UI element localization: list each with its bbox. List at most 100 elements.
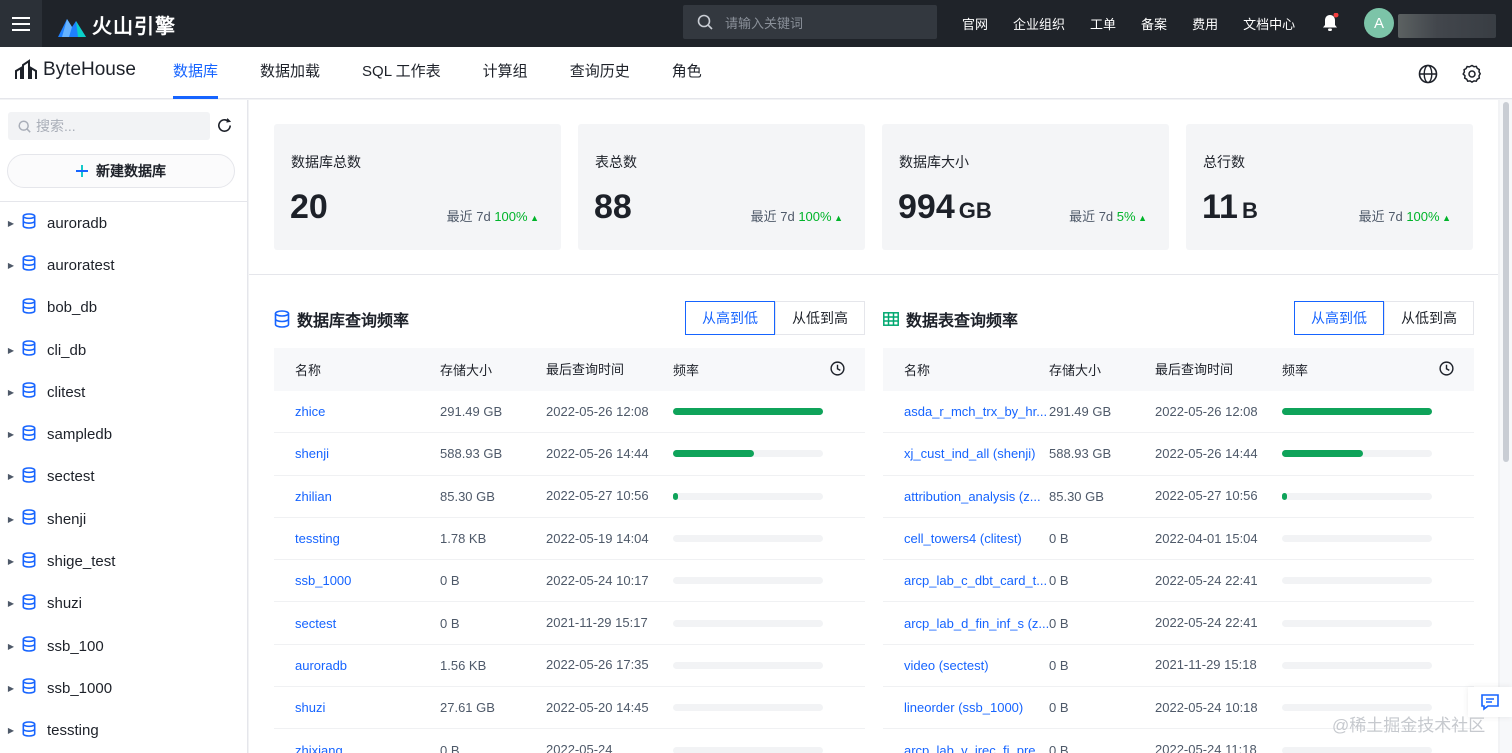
tab-data-load[interactable]: 数据加载 <box>260 47 320 99</box>
row-size: 588.93 GB <box>440 446 503 462</box>
search-icon <box>697 14 713 30</box>
caret-right-icon[interactable]: ▶ <box>0 219 22 228</box>
sidebar-item-sampledb[interactable]: ▶ sampledb <box>0 413 247 455</box>
caret-right-icon[interactable]: ▶ <box>0 726 22 735</box>
row-name-link[interactable]: sectest <box>274 616 440 631</box>
scrollbar-thumb[interactable] <box>1503 102 1509 462</box>
product-bar: ByteHouse 数据库 数据加载 SQL 工作表 计算组 查询历史 角色 <box>0 47 1512 99</box>
frequency-bar <box>1282 492 1432 500</box>
row-name-link[interactable]: attribution_analysis (z... <box>883 489 1049 504</box>
row-name-link[interactable]: tessting <box>274 531 440 546</box>
sidebar-item-label: clitest <box>47 383 86 401</box>
sidebar-item-ssb_100[interactable]: ▶ ssb_100 <box>0 625 247 667</box>
refresh-icon[interactable] <box>216 117 233 139</box>
sidebar-item-bob_db[interactable]: bob_db <box>0 287 247 329</box>
sort-asc-button[interactable]: 从低到高 <box>1384 301 1474 335</box>
nav-guanwang[interactable]: 官网 <box>962 14 988 33</box>
nav-beian[interactable]: 备案 <box>1141 14 1167 33</box>
caret-right-icon[interactable]: ▶ <box>0 430 22 439</box>
clock-icon[interactable] <box>1439 361 1454 379</box>
row-name-link[interactable]: arcp_lab_d_fin_inf_s (z... <box>883 616 1049 631</box>
table-row: arcp_lab_d_fin_inf_s (z... 0 B 2022-05-24 … <box>883 602 1474 645</box>
sidebar-item-cli_db[interactable]: ▶ cli_db <box>0 329 247 371</box>
clock-icon[interactable] <box>830 361 845 379</box>
stat-number: 994 <box>898 188 955 226</box>
row-name-link[interactable]: auroradb <box>274 658 440 673</box>
sidebar-item-clitest[interactable]: ▶ clitest <box>0 371 247 413</box>
nav-ticket[interactable]: 工单 <box>1090 14 1116 33</box>
caret-right-icon[interactable]: ▶ <box>0 599 22 608</box>
sort-toggle: 从高到低 从低到高 <box>685 301 865 335</box>
bytehouse-logo[interactable]: ByteHouse <box>14 59 136 81</box>
row-name-link[interactable]: cell_towers4 (clitest) <box>883 531 1049 546</box>
row-name-link[interactable]: zhilian <box>274 489 440 504</box>
sidebar-item-auroratest[interactable]: ▶ auroratest <box>0 244 247 286</box>
sort-asc-button[interactable]: 从低到高 <box>775 301 865 335</box>
bell-icon[interactable] <box>1321 12 1339 38</box>
table-row: zhilian 85.30 GB 2022-05-27 10:56 <box>274 476 865 518</box>
caret-right-icon[interactable]: ▶ <box>0 346 22 355</box>
menu-icon[interactable] <box>0 0 42 47</box>
nav-billing[interactable]: 费用 <box>1192 14 1218 33</box>
caret-right-icon[interactable]: ▶ <box>0 388 22 397</box>
new-database-button[interactable]: 新建数据库 <box>7 154 235 188</box>
table-row: arcp_lab_c_dbt_card_t... 0 B 2022-05-24 22… <box>883 560 1474 603</box>
database-icon <box>22 551 36 572</box>
row-name-link[interactable]: shuzi <box>274 700 440 715</box>
caret-right-icon[interactable]: ▶ <box>0 261 22 270</box>
row-name-link[interactable]: asda_r_mch_trx_by_hr... <box>883 404 1049 419</box>
tab-database[interactable]: 数据库 <box>173 47 219 99</box>
caret-right-icon[interactable]: ▶ <box>0 472 22 481</box>
sidebar-item-sectest[interactable]: ▶ sectest <box>0 456 247 498</box>
stat-period: 最近 7d <box>750 209 795 224</box>
row-name-link[interactable]: arcp_lab_c_dbt_card_t... <box>883 573 1049 588</box>
database-icon <box>22 297 36 318</box>
sidebar-item-shuzi[interactable]: ▶ shuzi <box>0 583 247 625</box>
nav-docs[interactable]: 文档中心 <box>1243 14 1295 33</box>
scrollbar[interactable] <box>1500 100 1512 753</box>
row-name-link[interactable]: arcp_lab_v_irec_fi_pre... <box>883 743 1049 753</box>
table-header: 名称 存储大小 最后查询时间 频率 <box>883 348 1474 391</box>
avatar[interactable]: A <box>1364 8 1394 38</box>
stat-pct: 100% <box>494 209 528 224</box>
tab-compute-group[interactable]: 计算组 <box>483 47 528 99</box>
row-name-link[interactable]: ssb_1000 <box>274 573 440 588</box>
sidebar-item-shenji[interactable]: ▶ shenji <box>0 498 247 540</box>
global-search-input[interactable]: 请输入关键词 <box>683 5 937 39</box>
row-name-link[interactable]: lineorder (ssb_1000) <box>883 700 1049 715</box>
tab-roles[interactable]: 角色 <box>672 47 702 99</box>
row-frequency <box>1282 535 1432 543</box>
frequency-bar <box>673 746 823 753</box>
frequency-bar <box>1282 661 1432 669</box>
sort-desc-button[interactable]: 从高到低 <box>1294 301 1384 335</box>
tab-query-history[interactable]: 查询历史 <box>570 47 630 99</box>
caret-right-icon[interactable]: ▶ <box>0 515 22 524</box>
globe-icon[interactable] <box>1418 64 1438 89</box>
gear-icon[interactable] <box>1462 64 1482 89</box>
caret-right-icon[interactable]: ▶ <box>0 642 22 651</box>
row-name-link[interactable]: zhice <box>274 404 440 419</box>
row-name-link[interactable]: zhixiang <box>274 743 440 753</box>
sidebar-item-label: sampledb <box>47 426 113 444</box>
sort-desc-button[interactable]: 从高到低 <box>685 301 775 335</box>
sidebar-item-auroradb[interactable]: ▶ auroradb <box>0 202 247 244</box>
volcano-logo-icon <box>58 18 86 37</box>
row-size: 1.78 KB <box>440 531 487 547</box>
sidebar-item-ssb_1000[interactable]: ▶ ssb_1000 <box>0 667 247 709</box>
caret-right-icon[interactable]: ▶ <box>0 557 22 566</box>
row-name-link[interactable]: shenji <box>274 446 440 461</box>
row-name-link[interactable]: video (sectest) <box>883 658 1049 673</box>
table-row: ssb_1000 0 B 2022-05-24 10:17 <box>274 560 865 603</box>
sidebar-search-input[interactable]: 搜索... <box>8 112 210 140</box>
brand[interactable]: 火山引擎 <box>58 10 176 39</box>
username-redacted[interactable] <box>1398 14 1496 38</box>
caret-right-icon[interactable]: ▶ <box>0 684 22 693</box>
sidebar-item-tessting[interactable]: ▶ tessting <box>0 710 247 752</box>
sidebar-item-shige_test[interactable]: ▶ shige_test <box>0 540 247 582</box>
tab-sql-worksheet[interactable]: SQL 工作表 <box>362 47 441 99</box>
db-frequency-table: 名称 存储大小 最后查询时间 频率 zhice 291.49 GB 2022-05-… <box>274 348 865 753</box>
stat-number: 20 <box>290 188 328 226</box>
row-name-link[interactable]: xj_cust_ind_all (shenji) <box>883 446 1049 461</box>
nav-org[interactable]: 企业组织 <box>1013 14 1065 33</box>
bytehouse-logo-icon <box>15 59 37 79</box>
